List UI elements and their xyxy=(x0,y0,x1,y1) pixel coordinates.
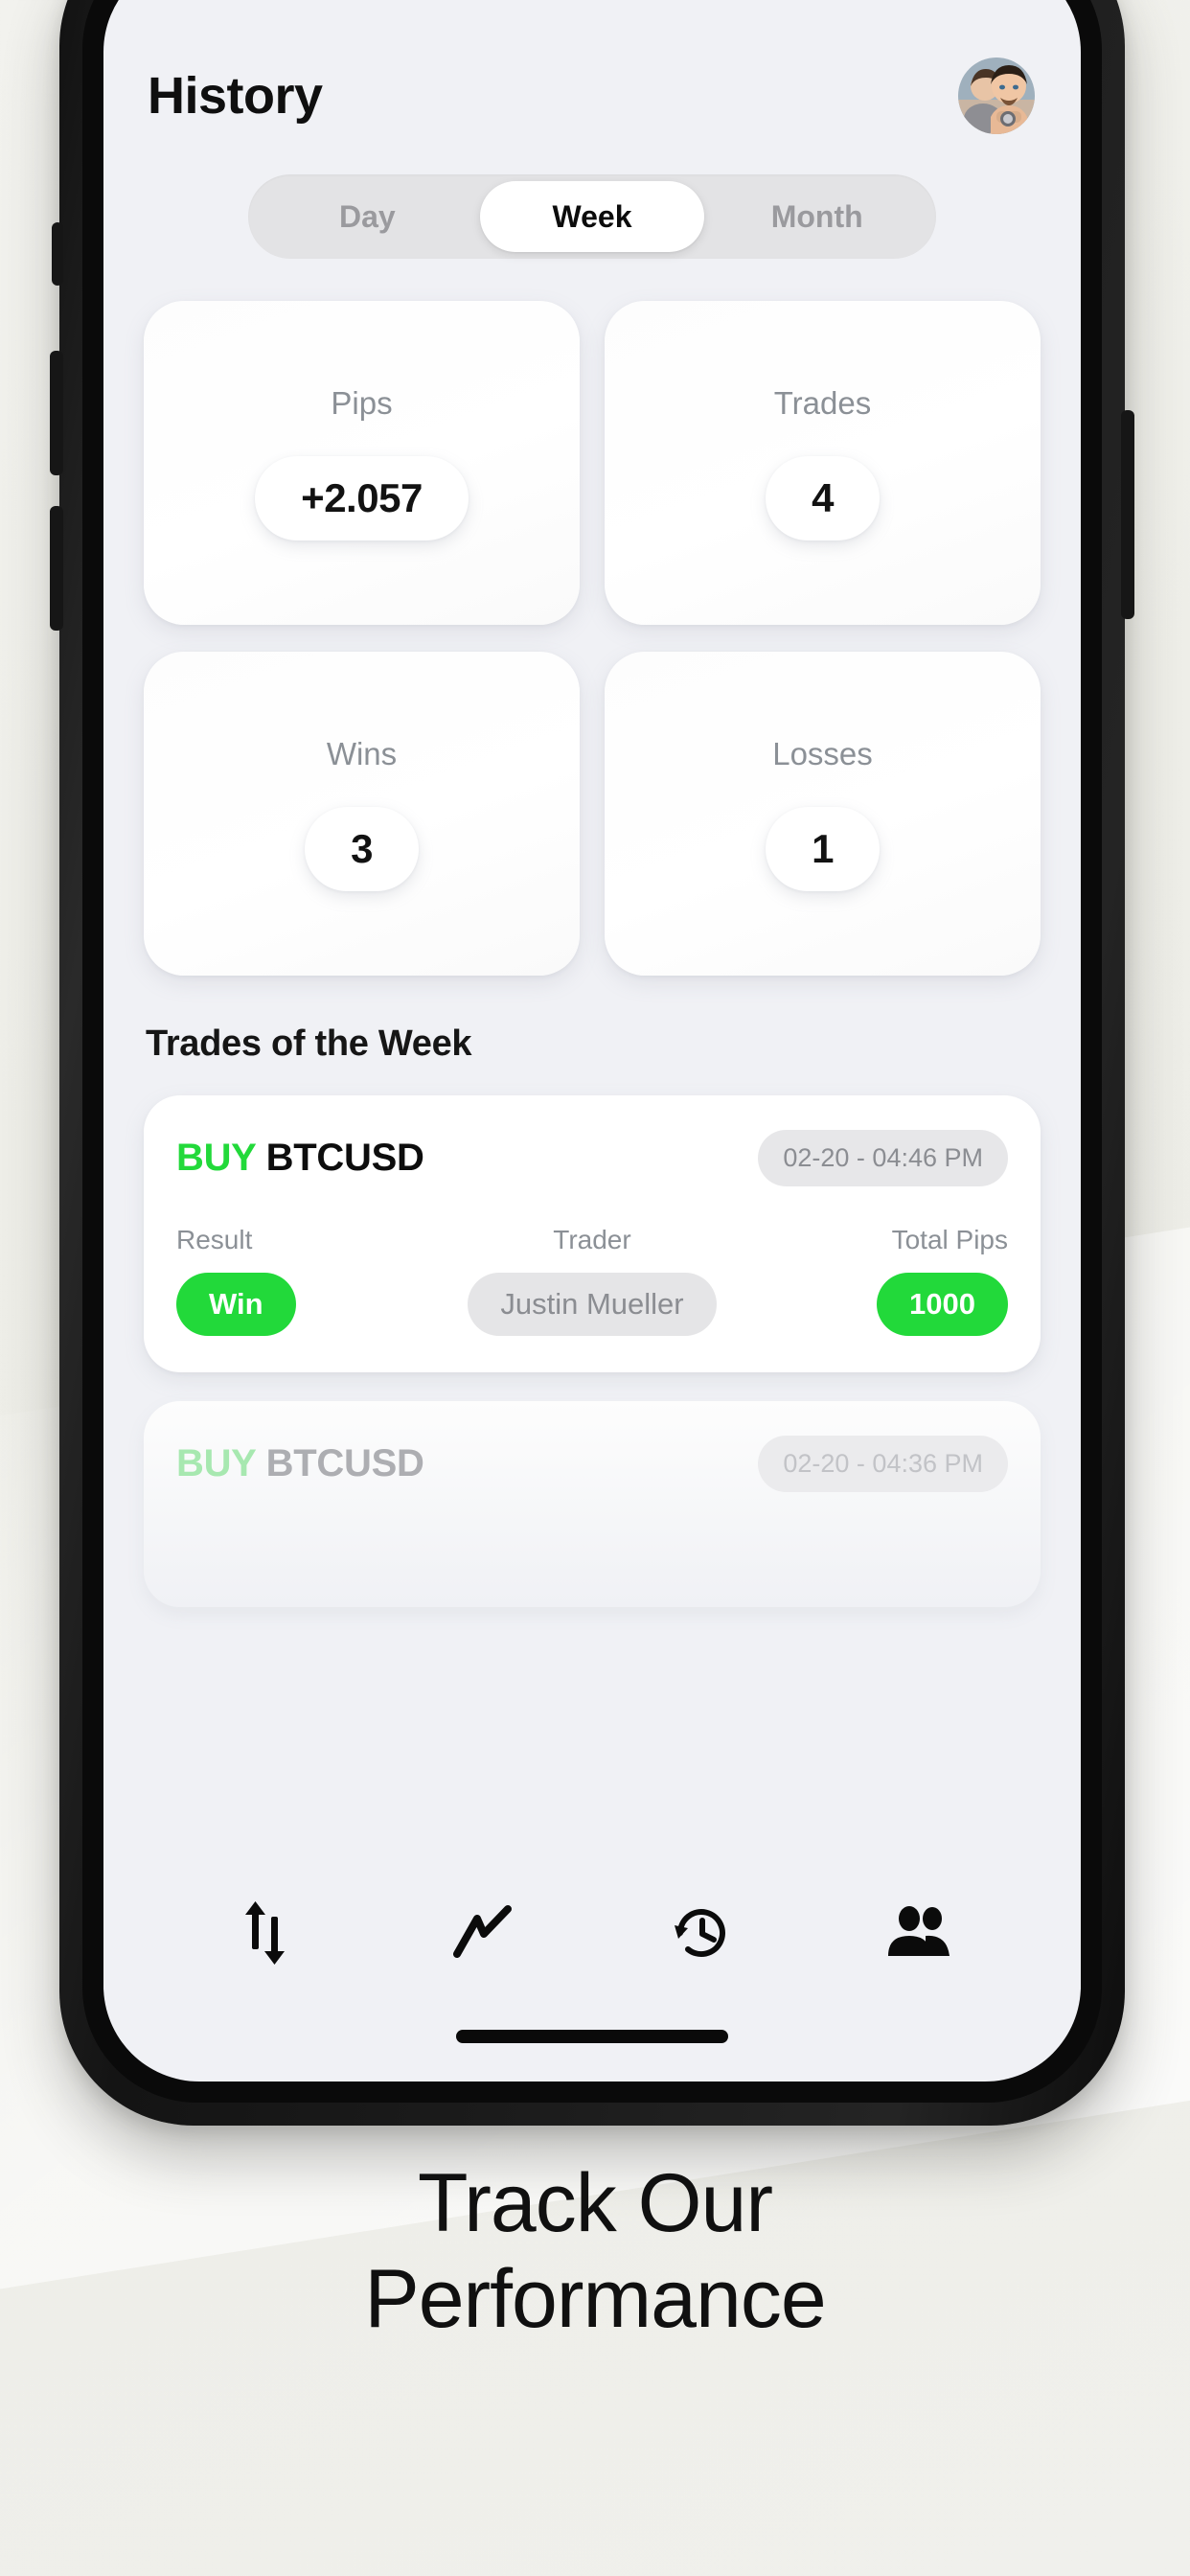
promo-caption: Track Our Performance xyxy=(0,2156,1190,2348)
caption-line-1: Track Our xyxy=(417,2157,773,2249)
page-title: History xyxy=(148,67,323,125)
stat-label-losses: Losses xyxy=(772,736,873,771)
volume-down-button[interactable] xyxy=(50,506,63,631)
tab-transfer[interactable] xyxy=(209,1885,324,1981)
stat-card-wins[interactable]: Wins 3 xyxy=(144,652,580,976)
stat-value-losses: 1 xyxy=(766,807,880,891)
tab-chart[interactable] xyxy=(426,1885,541,1981)
trade-detail-label: Trader xyxy=(553,1225,631,1254)
stat-label-trades: Trades xyxy=(773,385,872,421)
history-clock-icon xyxy=(674,1909,725,1958)
tab-day[interactable]: Day xyxy=(255,181,480,252)
transfer-arrows-icon xyxy=(244,1901,285,1965)
trade-pair: BUY BTCUSD xyxy=(176,1137,424,1180)
stat-card-pips[interactable]: Pips +2.057 xyxy=(144,301,580,625)
stat-value-pips: +2.057 xyxy=(255,456,469,540)
trade-card-header: BUY BTCUSD 02-20 - 04:36 PM xyxy=(176,1436,1008,1492)
result-badge: Win xyxy=(176,1273,296,1336)
total-pips-badge: 1000 xyxy=(877,1273,1008,1336)
trade-card[interactable]: BUY BTCUSD 02-20 - 04:46 PM Result Win T… xyxy=(144,1095,1041,1372)
trade-datetime-badge: 02-20 - 04:36 PM xyxy=(758,1436,1008,1492)
stat-card-losses[interactable]: Losses 1 xyxy=(605,652,1041,976)
trade-card[interactable]: BUY BTCUSD 02-20 - 04:36 PM xyxy=(144,1401,1041,1607)
trade-symbol: BTCUSD xyxy=(265,1442,424,1484)
tab-week[interactable]: Week xyxy=(479,181,705,252)
phone-bezel: History Day Week Month Pips +2.057 Trade… xyxy=(82,0,1102,2103)
trade-side: BUY xyxy=(176,1137,256,1179)
people-group-icon xyxy=(887,1906,950,1956)
app-root: History Day Week Month Pips +2.057 Trade… xyxy=(103,0,1081,2082)
avatar[interactable] xyxy=(958,58,1035,134)
bottom-tab-bar xyxy=(103,1876,1081,1990)
tab-people[interactable] xyxy=(861,1885,976,1981)
stat-label-wins: Wins xyxy=(326,736,398,771)
period-segmented-control[interactable]: Day Week Month xyxy=(248,174,936,259)
trade-detail-result: Result Win xyxy=(176,1225,453,1336)
trade-detail-label: Total Pips xyxy=(891,1225,1008,1254)
user-avatar-photo-icon xyxy=(958,58,1035,134)
trade-pair: BUY BTCUSD xyxy=(176,1442,424,1485)
trade-side: BUY xyxy=(176,1442,256,1484)
stat-value-wins: 3 xyxy=(305,807,419,891)
trade-card-header: BUY BTCUSD 02-20 - 04:46 PM xyxy=(176,1130,1008,1186)
trade-detail-total-pips: Total Pips 1000 xyxy=(731,1225,1008,1336)
stat-label-pips: Pips xyxy=(331,385,393,421)
volume-up-button[interactable] xyxy=(50,351,63,475)
silent-switch-button[interactable] xyxy=(52,222,63,286)
trade-detail-label: Result xyxy=(176,1225,253,1254)
trade-list: BUY BTCUSD 02-20 - 04:46 PM Result Win T… xyxy=(144,1095,1041,1607)
tab-month[interactable]: Month xyxy=(704,181,929,252)
trader-badge: Justin Mueller xyxy=(468,1273,717,1336)
line-chart-icon xyxy=(452,1905,512,1958)
power-button[interactable] xyxy=(1121,410,1134,619)
trade-detail-trader: Trader Justin Mueller xyxy=(453,1225,730,1336)
phone-device-frame: History Day Week Month Pips +2.057 Trade… xyxy=(50,0,1134,2126)
stats-grid: Pips +2.057 Trades 4 Wins 3 Losses 1 xyxy=(144,301,1041,976)
section-title-trades: Trades of the Week xyxy=(146,1024,472,1064)
home-indicator[interactable] xyxy=(456,2030,728,2043)
app-header: History xyxy=(144,0,1041,134)
trade-datetime-badge: 02-20 - 04:46 PM xyxy=(758,1130,1008,1186)
stat-card-trades[interactable]: Trades 4 xyxy=(605,301,1041,625)
tab-history[interactable] xyxy=(644,1885,759,1981)
stat-value-trades: 4 xyxy=(766,456,880,540)
trade-card-details: Result Win Trader Justin Mueller Total P… xyxy=(176,1225,1008,1336)
trade-symbol: BTCUSD xyxy=(265,1137,424,1179)
phone-screen: History Day Week Month Pips +2.057 Trade… xyxy=(103,0,1081,2082)
caption-line-2: Performance xyxy=(364,2252,826,2345)
